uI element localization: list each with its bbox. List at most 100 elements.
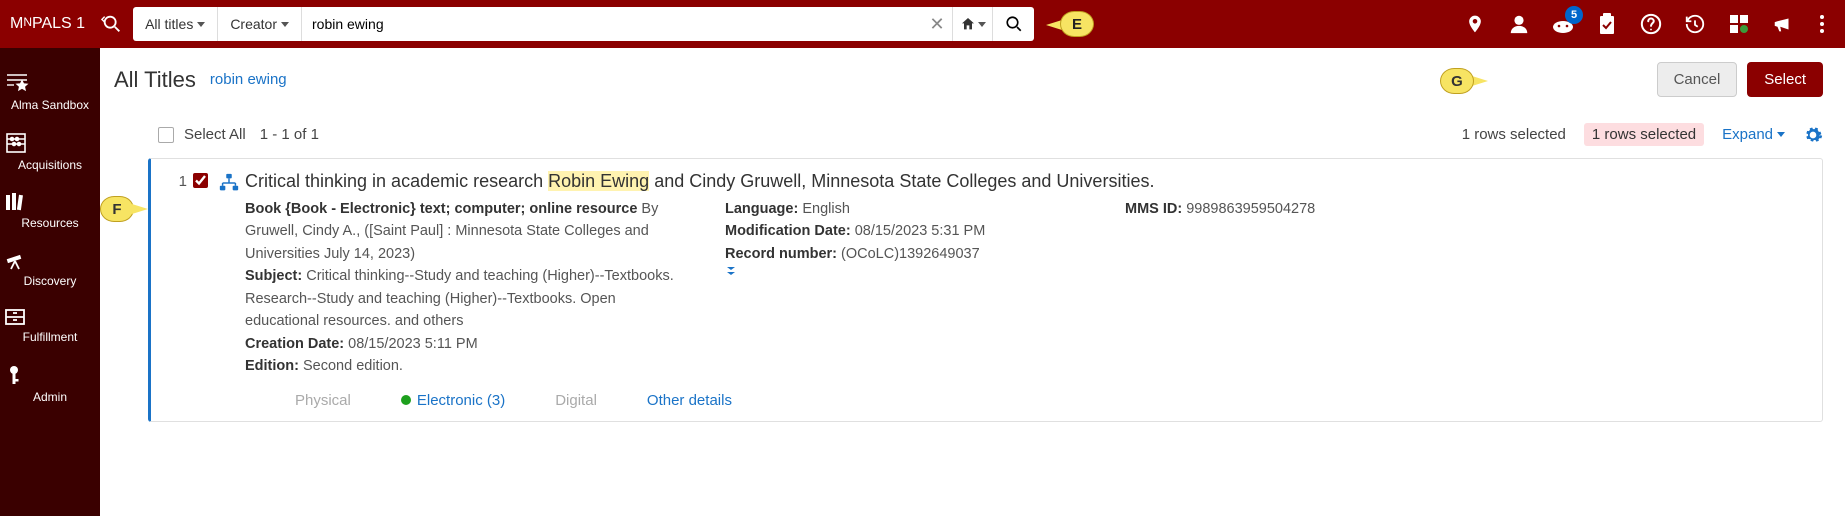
mms-id-value: 9989863959504278	[1182, 201, 1315, 217]
creation-date-label: Creation Date:	[245, 336, 344, 352]
left-sidebar: Alma Sandbox Acquisitions Resources Disc…	[0, 48, 100, 516]
annotation-pointer	[1472, 76, 1488, 86]
user-icon[interactable]	[1507, 12, 1531, 36]
meta-column-1: Book {Book - Electronic} text; computer;…	[245, 198, 675, 378]
logo-part: N	[23, 15, 32, 29]
sandbox-star-icon	[4, 72, 96, 94]
sidebar-item-label: Fulfillment	[23, 330, 78, 344]
caret-down-icon	[1777, 132, 1785, 137]
select-button[interactable]: Select	[1747, 62, 1823, 97]
title-row: All Titles robin ewing Cancel Select	[114, 62, 1823, 97]
sidebar-item-label: Alma Sandbox	[11, 98, 89, 112]
logo-part: M	[10, 15, 23, 32]
sidebar-item-admin[interactable]: Admin	[0, 354, 100, 414]
tab-electronic[interactable]: Electronic (3)	[401, 392, 505, 409]
meta-column-2: Language: English Modification Date: 08/…	[725, 198, 1075, 378]
result-checkbox-wrap	[187, 171, 213, 409]
books-icon	[4, 192, 96, 212]
record-number-label: Record number:	[725, 246, 837, 262]
help-icon[interactable]	[1639, 12, 1663, 36]
sidebar-item-label: Discovery	[24, 274, 77, 288]
language-label: Language:	[725, 201, 798, 217]
search-go-button[interactable]	[992, 7, 1034, 41]
sidebar-item-fulfillment[interactable]: Fulfillment	[0, 298, 100, 354]
expand-dropdown[interactable]: Expand	[1722, 126, 1785, 143]
logo-part: PALS	[32, 15, 72, 32]
caret-down-icon	[197, 22, 205, 27]
sidebar-item-label: Acquisitions	[18, 158, 82, 172]
sidebar-item-acquisitions[interactable]: Acquisitions	[0, 122, 100, 182]
search-scope-home-dropdown[interactable]	[952, 7, 992, 41]
annotation-f: F	[100, 196, 134, 222]
logo-part: 1	[72, 15, 85, 32]
clear-search-icon[interactable]: ✕	[922, 14, 952, 35]
record-number-value: (OCoLC)1392649037	[837, 246, 980, 262]
sidebar-item-label: Admin	[33, 390, 67, 404]
subject-value: Critical thinking--Study and teaching (H…	[245, 268, 674, 329]
search-scope-dropdown[interactable]: All titles	[133, 7, 218, 41]
breadcrumb-search-term[interactable]: robin ewing	[210, 71, 287, 88]
location-pin-icon[interactable]	[1463, 12, 1487, 36]
recent-history-icon[interactable]	[1683, 12, 1707, 36]
search-field-label: Creator	[230, 16, 277, 32]
search-field-dropdown[interactable]: Creator	[218, 7, 302, 41]
sidebar-item-discovery[interactable]: Discovery	[0, 240, 100, 298]
result-count: 1 - 1 of 1	[260, 126, 319, 143]
rows-selected-badge: 1 rows selected	[1584, 123, 1704, 146]
search-container: All titles Creator ✕	[133, 7, 1034, 41]
list-toolbar: Select All 1 - 1 of 1 1 rows selected 1 …	[114, 117, 1823, 158]
abacus-icon	[4, 132, 96, 154]
drawer-icon	[4, 308, 96, 326]
modification-date-label: Modification Date:	[725, 223, 851, 239]
annotation-e: E	[1060, 11, 1094, 37]
result-card: 1 Critical thinking in academic research…	[148, 158, 1823, 422]
sidebar-item-resources[interactable]: Resources	[0, 182, 100, 240]
search-input[interactable]	[302, 7, 922, 41]
expand-label: Expand	[1722, 126, 1773, 143]
language-value: English	[798, 201, 850, 217]
expand-record-number-icon[interactable]	[725, 265, 1075, 277]
tab-electronic-label: Electronic (3)	[417, 392, 505, 409]
result-body: Critical thinking in academic research R…	[245, 171, 1806, 409]
title-text: Critical thinking in academic research	[245, 171, 548, 191]
result-index: 1	[159, 171, 187, 409]
edition-label: Edition:	[245, 358, 299, 374]
mms-id-label: MMS ID:	[1125, 201, 1182, 217]
search-scope-label: All titles	[145, 16, 193, 32]
header-right-icons: 5	[1463, 12, 1835, 36]
caret-down-icon	[978, 22, 986, 27]
header-bar: MNPALS 1 All titles Creator ✕ E	[0, 0, 1845, 48]
cloud-tasks-icon[interactable]: 5	[1551, 12, 1575, 36]
main-content: All Titles robin ewing Cancel Select Sel…	[100, 48, 1845, 422]
meta-column-3: MMS ID: 9989863959504278	[1125, 198, 1806, 378]
announce-icon[interactable]	[1771, 12, 1795, 36]
edition-value: Second edition.	[299, 358, 403, 374]
more-menu-icon[interactable]	[1815, 12, 1829, 36]
cancel-button[interactable]: Cancel	[1657, 62, 1738, 97]
key-icon	[4, 364, 96, 386]
gear-icon[interactable]	[1803, 125, 1823, 145]
caret-down-icon	[281, 22, 289, 27]
telescope-icon	[4, 250, 96, 270]
record-type-icon	[213, 171, 245, 409]
tab-other-details[interactable]: Other details	[647, 392, 732, 409]
result-tabs: Physical Electronic (3) Digital Other de…	[245, 392, 1806, 409]
apps-grid-icon[interactable]	[1727, 12, 1751, 36]
sidebar-item-sandbox[interactable]: Alma Sandbox	[0, 62, 100, 122]
status-dot-icon	[401, 395, 411, 405]
title-text: and Cindy Gruwell, Minnesota State Colle…	[649, 171, 1154, 191]
tasks-badge: 5	[1565, 6, 1583, 24]
tab-physical: Physical	[295, 392, 351, 409]
clipboard-icon[interactable]	[1595, 12, 1619, 36]
select-all-checkbox[interactable]	[158, 127, 174, 143]
creation-date-value: 08/15/2023 5:11 PM	[344, 336, 478, 352]
persistent-search-icon[interactable]	[101, 13, 123, 35]
rows-selected-text: 1 rows selected	[1462, 126, 1566, 143]
page-title: All Titles	[114, 67, 196, 93]
result-title[interactable]: Critical thinking in academic research R…	[245, 171, 1806, 192]
subject-label: Subject:	[245, 268, 302, 284]
annotation-g: G	[1440, 68, 1474, 94]
title-highlight: Robin Ewing	[548, 171, 649, 191]
result-checkbox[interactable]	[193, 173, 208, 188]
format-line: Book {Book - Electronic} text; computer;…	[245, 201, 637, 217]
